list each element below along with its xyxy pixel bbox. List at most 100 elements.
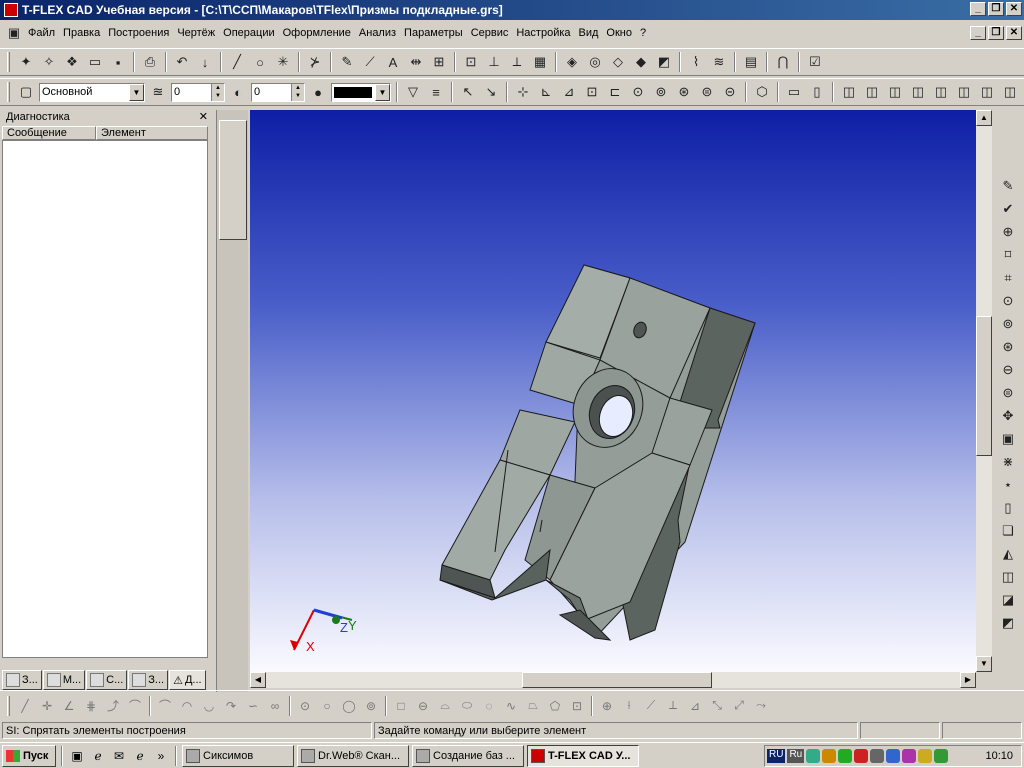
body-icon[interactable]: ◩ bbox=[654, 52, 674, 72]
rectangle-icon[interactable]: □ bbox=[391, 696, 411, 716]
print-icon[interactable]: ⎙ bbox=[140, 52, 160, 72]
tray-antivirus-icon[interactable] bbox=[854, 749, 869, 763]
view-iso3-icon[interactable]: ◫ bbox=[885, 82, 905, 102]
horizontal-scrollbar[interactable]: ◀ ▶ bbox=[250, 672, 976, 688]
sketch-icon[interactable]: ⊁ bbox=[305, 52, 325, 72]
node-curve-icon[interactable]: ⤳ bbox=[751, 696, 771, 716]
tray-monitor-icon[interactable] bbox=[870, 749, 885, 763]
page-icon[interactable]: ▯ bbox=[997, 498, 1019, 518]
text-icon[interactable]: A bbox=[383, 52, 403, 72]
level-spin[interactable]: 0 ▲ ▼ bbox=[171, 82, 225, 102]
snap-axis-icon[interactable]: ⊾ bbox=[536, 82, 556, 102]
arc2-icon[interactable]: ◠ bbox=[177, 696, 197, 716]
tray-app-icon[interactable] bbox=[886, 749, 901, 763]
snap-loop-icon[interactable]: ⊙ bbox=[628, 82, 648, 102]
ellipse4-icon[interactable]: ◌ bbox=[479, 696, 499, 716]
ie-icon[interactable]: ℯ bbox=[89, 747, 107, 765]
extrude-icon[interactable]: ◈ bbox=[562, 52, 582, 72]
view-iso7-icon[interactable]: ◫ bbox=[977, 82, 997, 102]
view-iso6-icon[interactable]: ◫ bbox=[954, 82, 974, 102]
app-icon[interactable] bbox=[4, 3, 18, 17]
pencil-check-icon[interactable]: ✎ bbox=[997, 176, 1019, 196]
menu-parameters[interactable]: Параметры bbox=[400, 27, 467, 39]
tray-update-icon[interactable] bbox=[822, 749, 837, 763]
scroll-right-icon[interactable]: ▶ bbox=[960, 672, 976, 688]
variables-icon[interactable]: ≋ bbox=[709, 52, 729, 72]
menu-edit[interactable]: Правка bbox=[59, 27, 104, 39]
zoom-window-icon[interactable]: ⊚ bbox=[997, 314, 1019, 334]
menu-analysis[interactable]: Анализ bbox=[355, 27, 400, 39]
clock[interactable]: 10:10 bbox=[985, 750, 1013, 762]
arc3-icon[interactable]: ◡ bbox=[199, 696, 219, 716]
circle-3pt-icon[interactable]: ⊚ bbox=[361, 696, 381, 716]
menu-service[interactable]: Сервис bbox=[467, 27, 513, 39]
view-iso1-icon[interactable]: ◫ bbox=[839, 82, 859, 102]
arc6-icon[interactable]: ∞ bbox=[265, 696, 285, 716]
menu-view[interactable]: Вид bbox=[575, 27, 603, 39]
priority-spin[interactable]: 0 ▲ ▼ bbox=[251, 82, 305, 102]
scroll-left-icon[interactable]: ◀ bbox=[250, 672, 266, 688]
outlook-icon[interactable]: ✉ bbox=[110, 747, 128, 765]
magnet-icon[interactable]: ⋂ bbox=[773, 52, 793, 72]
polygon-icon[interactable]: ⬠ bbox=[545, 696, 565, 716]
snap-body-icon[interactable]: ⊚ bbox=[651, 82, 671, 102]
arc4-icon[interactable]: ↷ bbox=[221, 696, 241, 716]
pencil-icon[interactable]: ✎ bbox=[337, 52, 357, 72]
more-icon[interactable]: » bbox=[152, 747, 170, 765]
zoom-fit-icon[interactable]: ⌑ bbox=[997, 245, 1019, 265]
task-siksimov[interactable]: Сиксимов bbox=[182, 744, 294, 767]
clip-icon[interactable]: ⌇ bbox=[686, 52, 706, 72]
snap-grid-off-icon[interactable]: ⋆ bbox=[997, 475, 1019, 495]
ie2-icon[interactable]: ℯ bbox=[131, 747, 149, 765]
layer-combo[interactable]: Основной ▼ bbox=[39, 82, 145, 102]
close-button[interactable]: ✕ bbox=[1006, 2, 1022, 16]
doc-restore-button[interactable]: ❐ bbox=[988, 26, 1004, 40]
toolbar-grip[interactable] bbox=[7, 52, 10, 72]
doc-close-button[interactable]: ✕ bbox=[1006, 26, 1022, 40]
ellipse3-icon[interactable]: ⬭ bbox=[457, 696, 477, 716]
tangent-circle-icon[interactable]: ⌒ bbox=[125, 696, 145, 716]
circle-icon[interactable]: ○ bbox=[317, 696, 337, 716]
vertical-scroll-thumb[interactable] bbox=[976, 316, 992, 456]
scroll-thumb[interactable] bbox=[219, 120, 247, 240]
frame-icon[interactable]: ⊡ bbox=[567, 696, 587, 716]
document-icon[interactable]: ▣ bbox=[4, 23, 24, 43]
horizontal-scroll-thumb[interactable] bbox=[522, 672, 712, 688]
select-arrow-icon[interactable]: ↖ bbox=[458, 82, 478, 102]
desktop-icon[interactable]: ▣ bbox=[68, 747, 86, 765]
column-element[interactable]: Элемент bbox=[96, 126, 208, 140]
prism-model[interactable] bbox=[439, 264, 756, 641]
open-icon[interactable]: ▭ bbox=[85, 52, 105, 72]
view-iso5-icon[interactable]: ◫ bbox=[931, 82, 951, 102]
loft-icon[interactable]: ◇ bbox=[608, 52, 628, 72]
node-chain-icon[interactable]: ⤡ bbox=[707, 696, 727, 716]
task-tflex[interactable]: T-FLEX CAD У... bbox=[527, 744, 639, 767]
box-icon[interactable]: ⬡ bbox=[752, 82, 772, 102]
snap-grid-icon[interactable]: ⋇ bbox=[997, 452, 1019, 472]
angle-line-icon[interactable]: ∠ bbox=[59, 696, 79, 716]
task-word[interactable]: Создание баз ... bbox=[412, 744, 524, 767]
toolbar-grip[interactable] bbox=[7, 82, 10, 102]
view-back-icon[interactable]: ▯ bbox=[807, 82, 827, 102]
zoom-in-icon[interactable]: ⊕ bbox=[997, 222, 1019, 242]
menu-window[interactable]: Окно bbox=[602, 27, 636, 39]
polyline-icon[interactable]: ⏢ bbox=[523, 696, 543, 716]
color-palette-icon[interactable]: ● bbox=[308, 82, 328, 102]
spin-arrows-icon[interactable]: ▲ ▼ bbox=[211, 83, 224, 101]
tangent-line-icon[interactable]: ⤴ bbox=[103, 696, 123, 716]
new-icon[interactable]: ✦ bbox=[16, 52, 36, 72]
circle-icon[interactable]: ○ bbox=[250, 52, 270, 72]
tab-3[interactable]: С... bbox=[86, 670, 128, 690]
tab-2[interactable]: М... bbox=[42, 670, 86, 690]
select-cross-icon[interactable]: ↘ bbox=[481, 82, 501, 102]
keyboard-layout-indicator[interactable]: Ru bbox=[787, 749, 805, 763]
arc-icon[interactable]: ⌒ bbox=[155, 696, 175, 716]
check-icon[interactable]: ✔ bbox=[997, 199, 1019, 219]
layers-icon[interactable]: ▢ bbox=[16, 82, 36, 102]
menu-drawing[interactable]: Чертёж bbox=[173, 27, 219, 39]
cube-red-icon[interactable]: ◭ bbox=[997, 544, 1019, 564]
filter-list-icon[interactable]: ≡ bbox=[426, 82, 446, 102]
scroll-down-icon[interactable]: ▼ bbox=[976, 656, 992, 672]
tray-spider-icon[interactable] bbox=[838, 749, 853, 763]
tab-1[interactable]: З... bbox=[2, 670, 42, 690]
